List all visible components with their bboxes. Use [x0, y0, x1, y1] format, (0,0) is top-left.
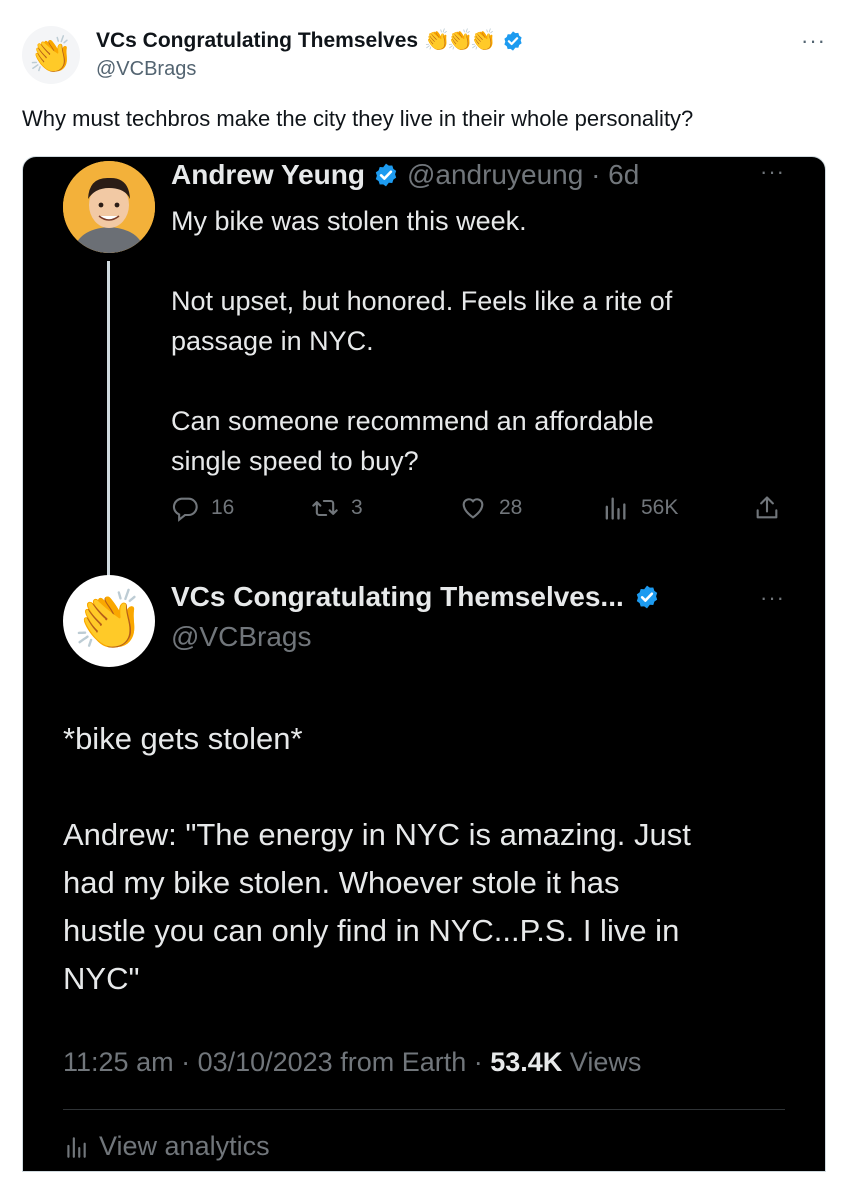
cartoon-face-icon [63, 161, 155, 253]
clapping-emoji-icon: 👏👏👏 [424, 29, 496, 52]
view-count: 53.4K [490, 1047, 563, 1077]
tweet-text: Why must techbros make the city they liv… [22, 106, 694, 131]
tweet-actions: 16 3 28 56K [171, 491, 791, 525]
reply-button[interactable]: 16 [171, 491, 234, 525]
more-options-icon[interactable]: ··· [801, 28, 826, 54]
tweet-line: *bike gets stolen* [63, 721, 303, 756]
timestamp[interactable]: 11:25 am · 03/10/2023 from Earth · [63, 1047, 490, 1077]
bar-chart-icon [605, 497, 626, 520]
views-label: Views [562, 1047, 642, 1077]
verified-badge-icon [503, 31, 522, 51]
tweet-line: My bike was stolen this week. [171, 206, 527, 236]
reply-icon [172, 497, 198, 522]
tweet-line: Can someone recommend an affordable [171, 406, 654, 436]
tweet-body: My bike was stolen this week. Not upset,… [171, 201, 791, 481]
quoted-screenshot: Andrew Yeung @andruyeung · 6d ··· My bik… [22, 156, 826, 1172]
verified-badge-icon [636, 585, 657, 609]
tweet-line [171, 361, 791, 401]
outer-tweet-header: 👏 VCs Congratulating Themselves 👏👏👏 @VCB… [22, 24, 830, 84]
tweet-line: Andrew: "The energy in NYC is amazing. J… [63, 817, 691, 852]
bar-chart-icon [67, 1136, 86, 1158]
tweet-line: NYC" [63, 961, 140, 996]
display-name[interactable]: VCs Congratulating Themselves 👏👏👏 [96, 29, 524, 53]
verified-badge-icon [375, 163, 397, 187]
handle[interactable]: @VCBrags [96, 58, 196, 81]
views-button[interactable]: 56K [601, 491, 678, 525]
avatar[interactable]: 👏 [22, 26, 80, 84]
tweet-line: had my bike stolen. Whoever stole it has [63, 865, 620, 900]
tweet-meta: 11:25 am · 03/10/2023 from Earth · 53.4K… [63, 1047, 641, 1078]
share-button[interactable] [753, 491, 793, 525]
tweet-author[interactable]: VCs Congratulating Themselves... [171, 581, 660, 613]
tweet-line: Not upset, but honored. Feels like a rit… [171, 286, 673, 316]
share-icon [756, 496, 778, 519]
retweet-button[interactable]: 3 [311, 491, 363, 525]
tweet-line: single speed to buy? [171, 446, 419, 476]
divider [63, 1109, 785, 1110]
tweet-line: passage in NYC. [171, 326, 374, 356]
tweet-author[interactable]: Andrew Yeung @andruyeung · 6d [171, 159, 639, 191]
clapping-hands-icon: 👏 [28, 34, 74, 75]
like-button[interactable]: 28 [459, 491, 522, 525]
avatar[interactable]: 👏 [63, 575, 155, 667]
view-analytics-link[interactable]: View analytics [63, 1131, 270, 1162]
more-options-icon[interactable]: ··· [760, 585, 785, 611]
tweet-line: hustle you can only find in NYC...P.S. I… [63, 913, 680, 948]
tweet-line [171, 241, 791, 281]
retweet-icon [312, 499, 338, 517]
heart-icon [462, 498, 484, 519]
clapping-hands-icon: 👏 [72, 588, 146, 653]
handle[interactable]: @VCBrags [171, 621, 311, 653]
more-options-icon[interactable]: ··· [760, 159, 785, 185]
handle-and-time: @andruyeung · 6d [406, 159, 640, 190]
tweet-body: *bike gets stolen* Andrew: "The energy i… [63, 715, 783, 1003]
avatar[interactable] [63, 161, 155, 253]
